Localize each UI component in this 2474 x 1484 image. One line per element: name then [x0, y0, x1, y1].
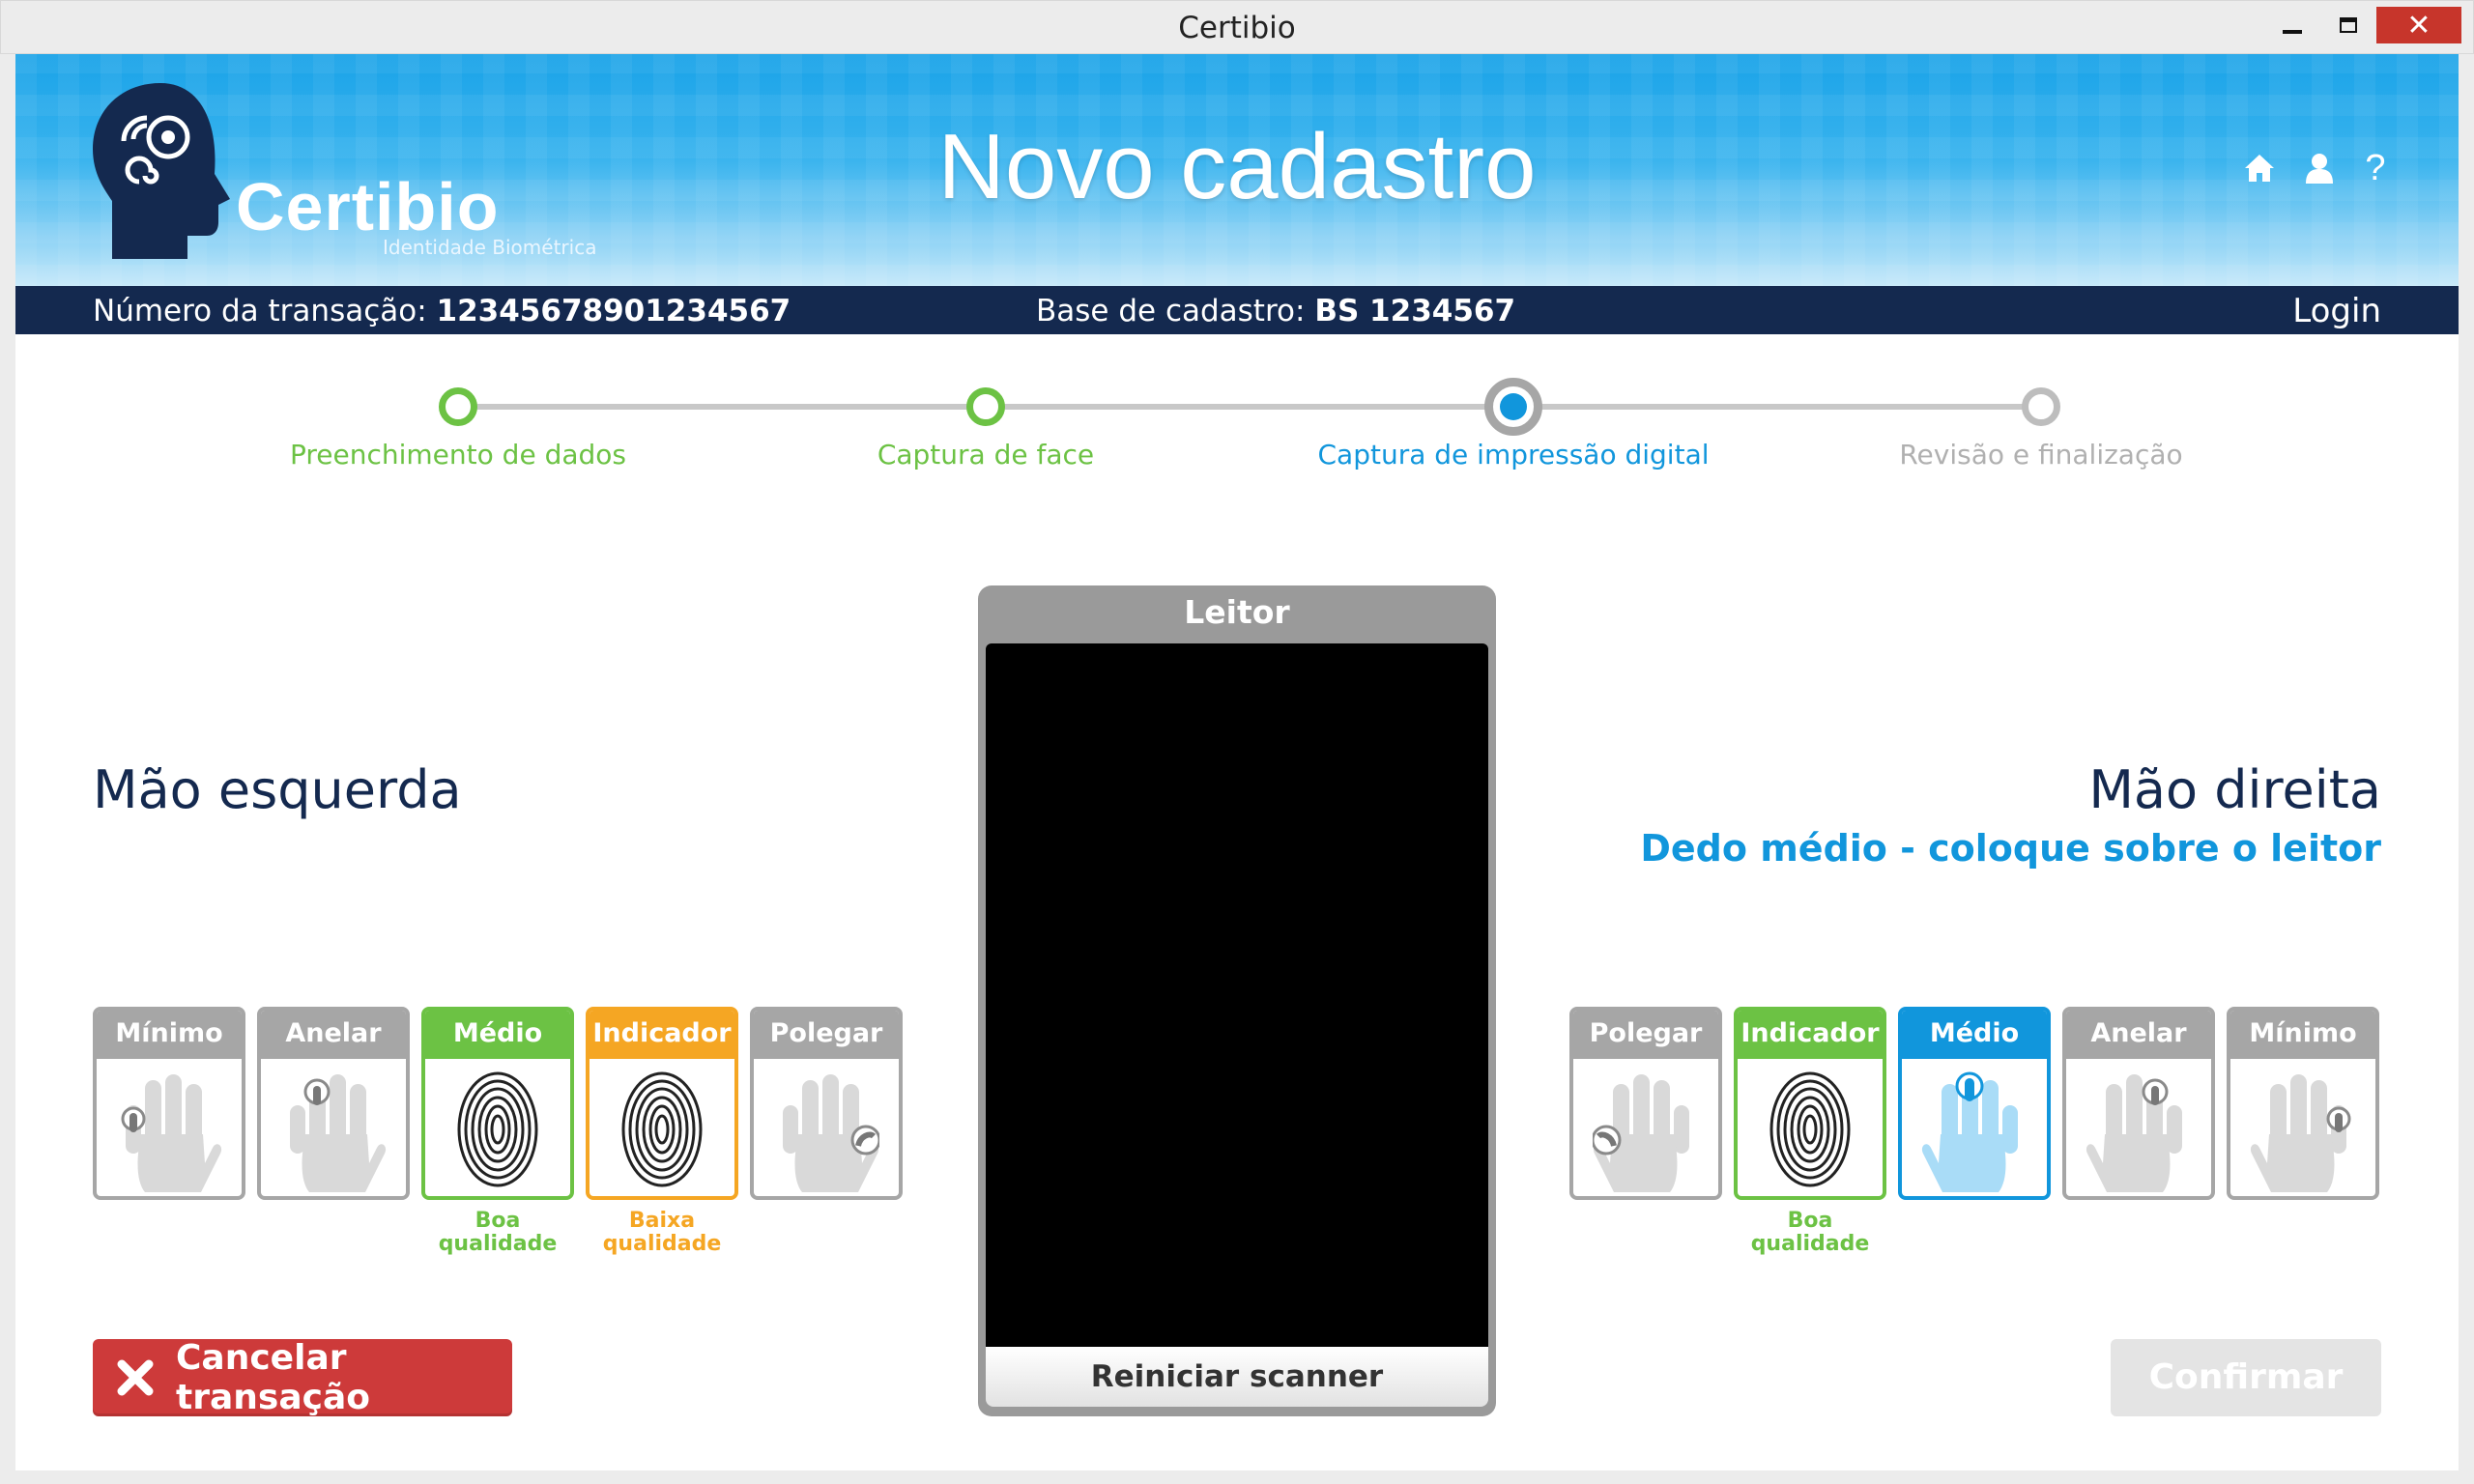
window-titlebar: Certibio ✕: [0, 0, 2474, 54]
transaction-infobar: Número da transação: 12345678901234567 B…: [15, 286, 2459, 334]
step-4-dot: [2022, 387, 2060, 426]
finger-label: Polegar: [754, 1011, 899, 1059]
transaction-number: 12345678901234567: [436, 294, 791, 328]
maximize-button[interactable]: [2320, 7, 2376, 43]
right-finger-anelar[interactable]: Anelar: [2062, 1007, 2215, 1200]
app-window: Certibio Identidade Biométrica Novo cada…: [15, 54, 2459, 1470]
finger-label: Médio: [1902, 1011, 2047, 1059]
left-medio-quality: Boa qualidade: [438, 1209, 558, 1256]
reader-screen: [986, 643, 1488, 1347]
left-finger-indicador[interactable]: Indicador: [586, 1007, 738, 1200]
step-2-dot: [966, 387, 1005, 426]
step-2-label: Captura de face: [877, 439, 1095, 471]
capture-instruction: Dedo médio - coloque sobre o leitor: [1640, 827, 2381, 870]
step-4-label: Revisão e finalização: [1899, 439, 2183, 471]
close-icon: ✕: [2406, 8, 2431, 43]
left-hand-thumb-icon: [783, 1074, 879, 1192]
finger-label: Indicador: [1738, 1011, 1883, 1059]
finger-label: Médio: [425, 1011, 570, 1059]
right-finger-indicador[interactable]: Indicador: [1734, 1007, 1886, 1200]
close-button[interactable]: ✕: [2376, 7, 2461, 43]
right-indicador-quality: Boa qualidade: [1750, 1209, 1870, 1256]
fingerprint-icon: [1769, 1071, 1851, 1187]
finger-label: Mínimo: [2230, 1011, 2375, 1059]
user-button[interactable]: [2300, 149, 2339, 187]
right-finger-polegar[interactable]: Polegar: [1569, 1007, 1722, 1200]
finger-label: Polegar: [1573, 1011, 1718, 1059]
base-label: Base de cadastro:: [1036, 294, 1306, 328]
transaction-info: Número da transação: 12345678901234567: [93, 294, 791, 328]
transaction-label: Número da transação:: [93, 294, 427, 328]
finger-label: Mínimo: [97, 1011, 242, 1059]
left-finger-minimo[interactable]: Mínimo: [93, 1007, 245, 1200]
maximize-icon: [2340, 17, 2357, 33]
step-3-dot: [1484, 378, 1542, 436]
step-3-label: Captura de impressão digital: [1317, 439, 1710, 471]
minimize-button[interactable]: [2264, 7, 2320, 43]
login-link[interactable]: Login: [2292, 292, 2381, 330]
stepper-track: [458, 404, 2057, 410]
right-hand-ring-icon: [2086, 1074, 2182, 1192]
fingerprint-icon: [457, 1071, 538, 1187]
confirm-button[interactable]: Confirmar: [2111, 1339, 2381, 1416]
window-title: Certibio: [1178, 11, 1296, 45]
home-icon: [2245, 155, 2274, 182]
right-finger-medio[interactable]: Médio: [1898, 1007, 2051, 1200]
help-icon: ?: [2365, 147, 2386, 188]
left-hand-pinky-icon: [121, 1074, 222, 1192]
left-hand-title: Mão esquerda: [93, 759, 462, 820]
step-1-label: Preenchimento de dados: [290, 439, 626, 471]
page-title: Novo cadastro: [937, 115, 1537, 218]
user-icon: [2306, 154, 2333, 184]
base-info: Base de cadastro: BS 1234567: [1036, 294, 1515, 328]
restart-scanner-button[interactable]: Reiniciar scanner: [986, 1347, 1488, 1407]
left-finger-anelar[interactable]: Anelar: [257, 1007, 410, 1200]
minimize-icon: [2283, 30, 2302, 34]
close-x-icon: [116, 1356, 155, 1399]
step-1-dot: [439, 387, 477, 426]
left-indicador-quality: Baixa qualidade: [602, 1209, 722, 1256]
cancel-transaction-button[interactable]: Cancelar transação: [93, 1338, 512, 1417]
right-hand-title: Mão direita: [2088, 759, 2381, 820]
finger-label: Anelar: [2066, 1011, 2211, 1059]
finger-label: Indicador: [590, 1011, 734, 1059]
left-finger-polegar[interactable]: Polegar: [750, 1007, 903, 1200]
right-hand-pinky-icon: [2250, 1074, 2351, 1192]
brand-subtitle: Identidade Biométrica: [383, 236, 597, 259]
fingerprint-icon: [621, 1071, 703, 1187]
right-finger-minimo[interactable]: Mínimo: [2227, 1007, 2379, 1200]
home-button[interactable]: [2240, 149, 2279, 187]
base-value: BS 1234567: [1314, 294, 1516, 328]
left-hand-ring-icon: [290, 1074, 387, 1192]
right-hand-thumb-icon: [1593, 1074, 1689, 1192]
reader-title: Leitor: [1184, 593, 1290, 631]
header-banner: Certibio Identidade Biométrica Novo cada…: [15, 54, 2459, 286]
finger-label: Anelar: [261, 1011, 406, 1059]
left-finger-medio[interactable]: Médio: [421, 1007, 574, 1200]
help-button[interactable]: ?: [2356, 147, 2395, 188]
cancel-label: Cancelar transação: [176, 1338, 370, 1417]
fingerprint-reader: Leitor Reiniciar scanner: [978, 585, 1496, 1416]
right-hand-middle-active-icon: [1921, 1071, 2018, 1192]
